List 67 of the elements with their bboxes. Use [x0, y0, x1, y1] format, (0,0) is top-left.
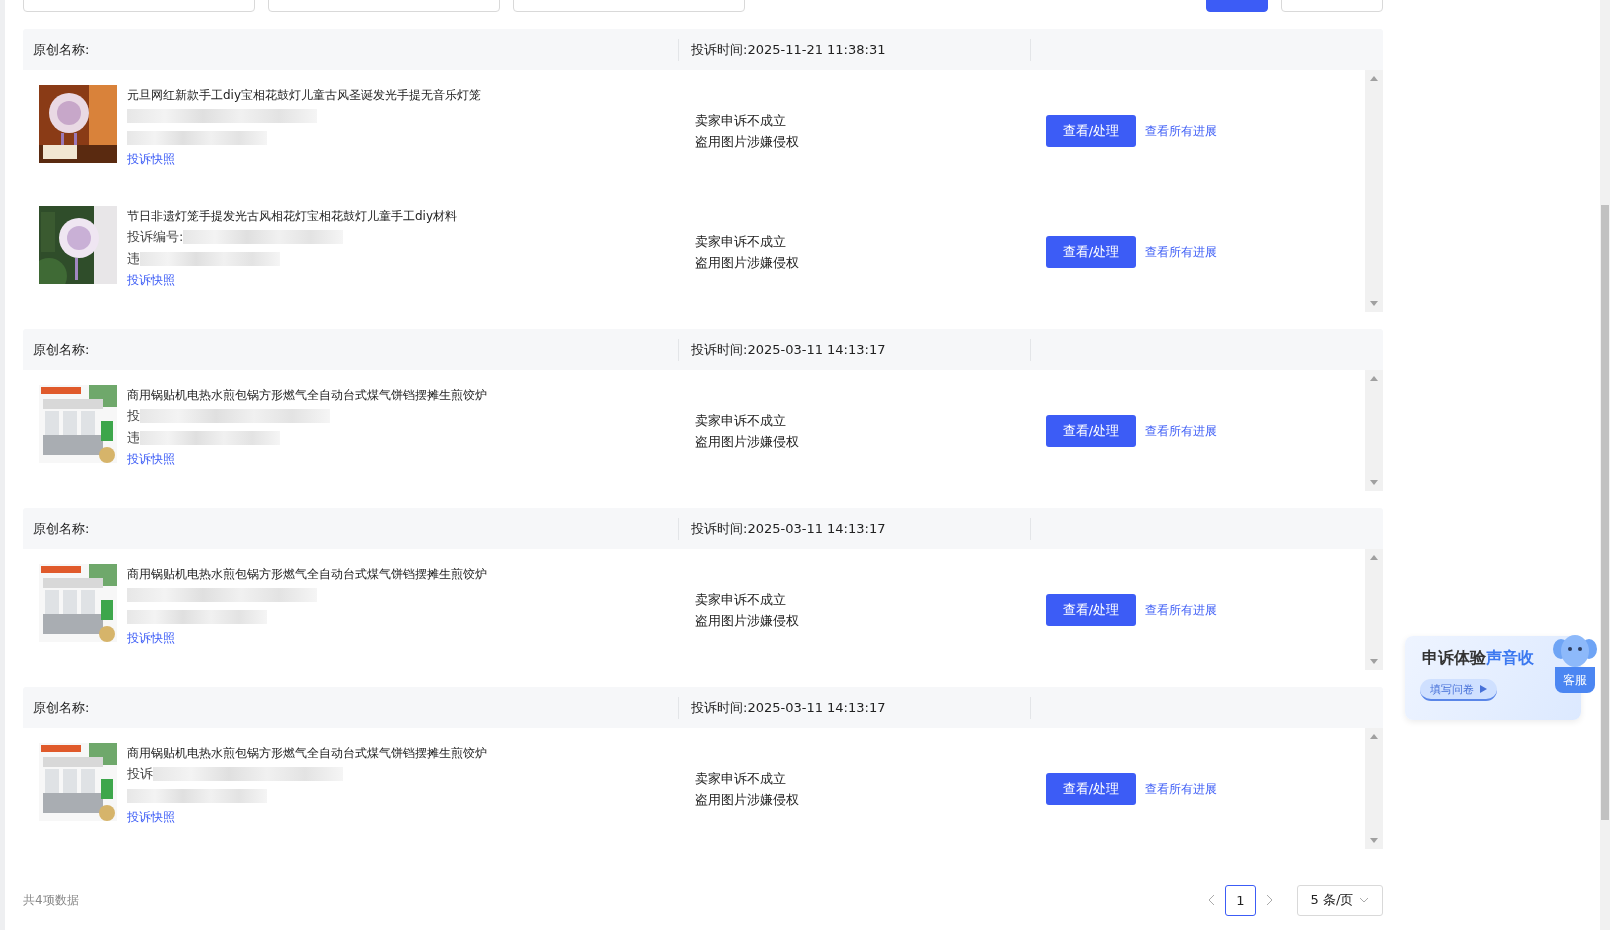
- customer-service-badge[interactable]: 客服: [1555, 667, 1595, 693]
- complaint-time: 投诉时间:2025-03-11 14:13:17: [691, 519, 886, 538]
- complaint-number: 投诉编号:: [127, 228, 184, 246]
- status-text: 盗用图片涉嫌侵权: [695, 790, 799, 809]
- complaint-time: 投诉时间:2025-03-11 14:13:17: [691, 340, 886, 359]
- view-progress-link[interactable]: 查看所有进展: [1145, 420, 1217, 441]
- previous-page-icon[interactable]: [1208, 894, 1215, 906]
- view-handle-button[interactable]: 查看/处理: [1046, 414, 1136, 447]
- survey-button[interactable]: 填写问卷: [1420, 679, 1497, 701]
- view-handle-button[interactable]: 查看/处理: [1046, 114, 1136, 147]
- product-title: 节日非遗灯笼手提发光古风相花灯宝相花鼓灯儿童手工diy材料: [127, 208, 458, 225]
- status-text: 卖家申诉不成立: [695, 769, 786, 788]
- view-handle-button[interactable]: 查看/处理: [1046, 772, 1136, 805]
- product-title: 元旦网红新款手工diy宝相花鼓灯儿童古风圣诞发光手提无音乐灯笼: [127, 87, 482, 104]
- page-size-select[interactable]: 5 条/页: [1297, 884, 1383, 916]
- status-text: 盗用图片涉嫌侵权: [695, 253, 799, 272]
- original-name-label: 原创名称:: [33, 340, 90, 359]
- status-text: 卖家申诉不成立: [695, 111, 786, 130]
- scroll-up-icon[interactable]: [1370, 76, 1378, 81]
- complaint-number: 投诉: [127, 765, 153, 783]
- status-text: 盗用图片涉嫌侵权: [695, 432, 799, 451]
- status-text: 卖家申诉不成立: [695, 232, 786, 251]
- page-scrollbar[interactable]: [1600, 0, 1610, 930]
- scroll-up-icon[interactable]: [1370, 555, 1378, 560]
- elephant-icon: [1553, 633, 1597, 667]
- view-progress-link[interactable]: 查看所有进展: [1145, 599, 1217, 620]
- scrollbar[interactable]: [1365, 549, 1383, 670]
- scroll-down-icon[interactable]: [1370, 301, 1378, 306]
- chevron-down-icon: [1359, 897, 1370, 903]
- violation-text: 违: [127, 250, 140, 268]
- status-text: 卖家申诉不成立: [695, 590, 786, 609]
- scrollbar[interactable]: [1365, 370, 1383, 491]
- scroll-down-icon[interactable]: [1370, 480, 1378, 485]
- total-count: 共4项数据: [23, 891, 79, 909]
- snapshot-link[interactable]: 投诉快照: [127, 628, 175, 648]
- scroll-down-icon[interactable]: [1370, 838, 1378, 843]
- play-icon: [1480, 685, 1487, 693]
- view-handle-button[interactable]: 查看/处理: [1046, 593, 1136, 626]
- snapshot-link[interactable]: 投诉快照: [127, 807, 175, 827]
- view-progress-link[interactable]: 查看所有进展: [1145, 778, 1217, 799]
- view-progress-link[interactable]: 查看所有进展: [1145, 241, 1217, 262]
- product-title: 商用锅贴机电热水煎包锅方形燃气全自动台式煤气饼铛摆摊生煎饺炉: [127, 745, 487, 762]
- original-name-label: 原创名称:: [33, 698, 90, 717]
- survey-title: 申诉体验声音收: [1422, 648, 1534, 669]
- product-title: 商用锅贴机电热水煎包锅方形燃气全自动台式煤气饼铛摆摊生煎饺炉: [127, 566, 487, 583]
- original-name-label: 原创名称:: [33, 40, 90, 59]
- complaint-number: 投: [127, 407, 140, 425]
- snapshot-link[interactable]: 投诉快照: [127, 149, 175, 169]
- scroll-down-icon[interactable]: [1370, 659, 1378, 664]
- product-title: 商用锅贴机电热水煎包锅方形燃气全自动台式煤气饼铛摆摊生煎饺炉: [127, 387, 487, 404]
- status-text: 盗用图片涉嫌侵权: [695, 611, 799, 630]
- complaint-time: 投诉时间:2025-03-11 14:13:17: [691, 698, 886, 717]
- view-handle-button[interactable]: 查看/处理: [1046, 235, 1136, 268]
- scroll-up-icon[interactable]: [1370, 734, 1378, 739]
- status-text: 卖家申诉不成立: [695, 411, 786, 430]
- page-button[interactable]: 1: [1225, 884, 1256, 916]
- scrollbar[interactable]: [1365, 728, 1383, 849]
- view-progress-link[interactable]: 查看所有进展: [1145, 120, 1217, 141]
- scroll-up-icon[interactable]: [1370, 376, 1378, 381]
- next-page-icon[interactable]: [1266, 894, 1273, 906]
- violation-text: 违: [127, 429, 140, 447]
- complaint-time: 投诉时间:2025-11-21 11:38:31: [691, 40, 886, 59]
- snapshot-link[interactable]: 投诉快照: [127, 449, 175, 469]
- scrollbar[interactable]: [1365, 70, 1383, 312]
- original-name-label: 原创名称:: [33, 519, 90, 538]
- snapshot-link[interactable]: 投诉快照: [127, 270, 175, 290]
- status-text: 盗用图片涉嫌侵权: [695, 132, 799, 151]
